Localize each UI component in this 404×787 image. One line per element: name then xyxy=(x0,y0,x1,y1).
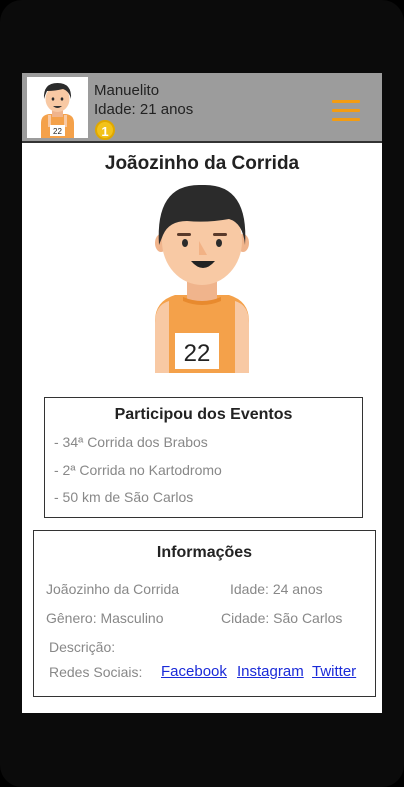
runner-illustration: 22 xyxy=(147,183,257,373)
event-item: - 34ª Corrida dos Brabos xyxy=(54,434,208,450)
info-name: Joãozinho da Corrida xyxy=(46,581,180,597)
app-screen: 22 Manuelito Idade: 21 anos 1 Joãozinho … xyxy=(22,73,382,713)
phone-frame: 22 Manuelito Idade: 21 anos 1 Joãozinho … xyxy=(0,0,404,787)
twitter-link[interactable]: Twitter xyxy=(312,663,356,680)
facebook-link[interactable]: Facebook xyxy=(161,663,227,680)
bib-number: 22 xyxy=(184,340,211,367)
hamburger-menu-icon[interactable] xyxy=(332,100,360,122)
info-age: Idade: 24 anos xyxy=(230,581,323,597)
app-header: 22 Manuelito Idade: 21 anos 1 xyxy=(22,73,382,143)
rank-badge: 1 xyxy=(95,120,115,140)
event-item: - 2ª Corrida no Kartodromo xyxy=(54,462,222,478)
events-box: Participou dos Eventos - 34ª Corrida dos… xyxy=(44,397,363,518)
info-description-label: Descrição: xyxy=(49,639,116,655)
info-box: Informações Joãozinho da Corrida Idade: … xyxy=(33,530,376,697)
info-gender: Gênero: Masculino xyxy=(46,610,164,626)
info-social-label: Redes Sociais: xyxy=(49,664,143,680)
events-title: Participou dos Eventos xyxy=(114,406,293,423)
user-avatar[interactable]: 22 xyxy=(27,77,88,138)
profile-name: Joãozinho da Corrida xyxy=(104,153,300,174)
avatar-bib-number: 22 xyxy=(53,127,62,136)
event-item: - 50 km de São Carlos xyxy=(54,489,194,505)
info-title: Informações xyxy=(156,544,253,561)
user-name: Manuelito xyxy=(94,82,160,99)
info-city: Cidade: São Carlos xyxy=(221,610,343,626)
user-age: Idade: 21 anos xyxy=(94,101,194,118)
instagram-link[interactable]: Instagram xyxy=(237,663,304,680)
